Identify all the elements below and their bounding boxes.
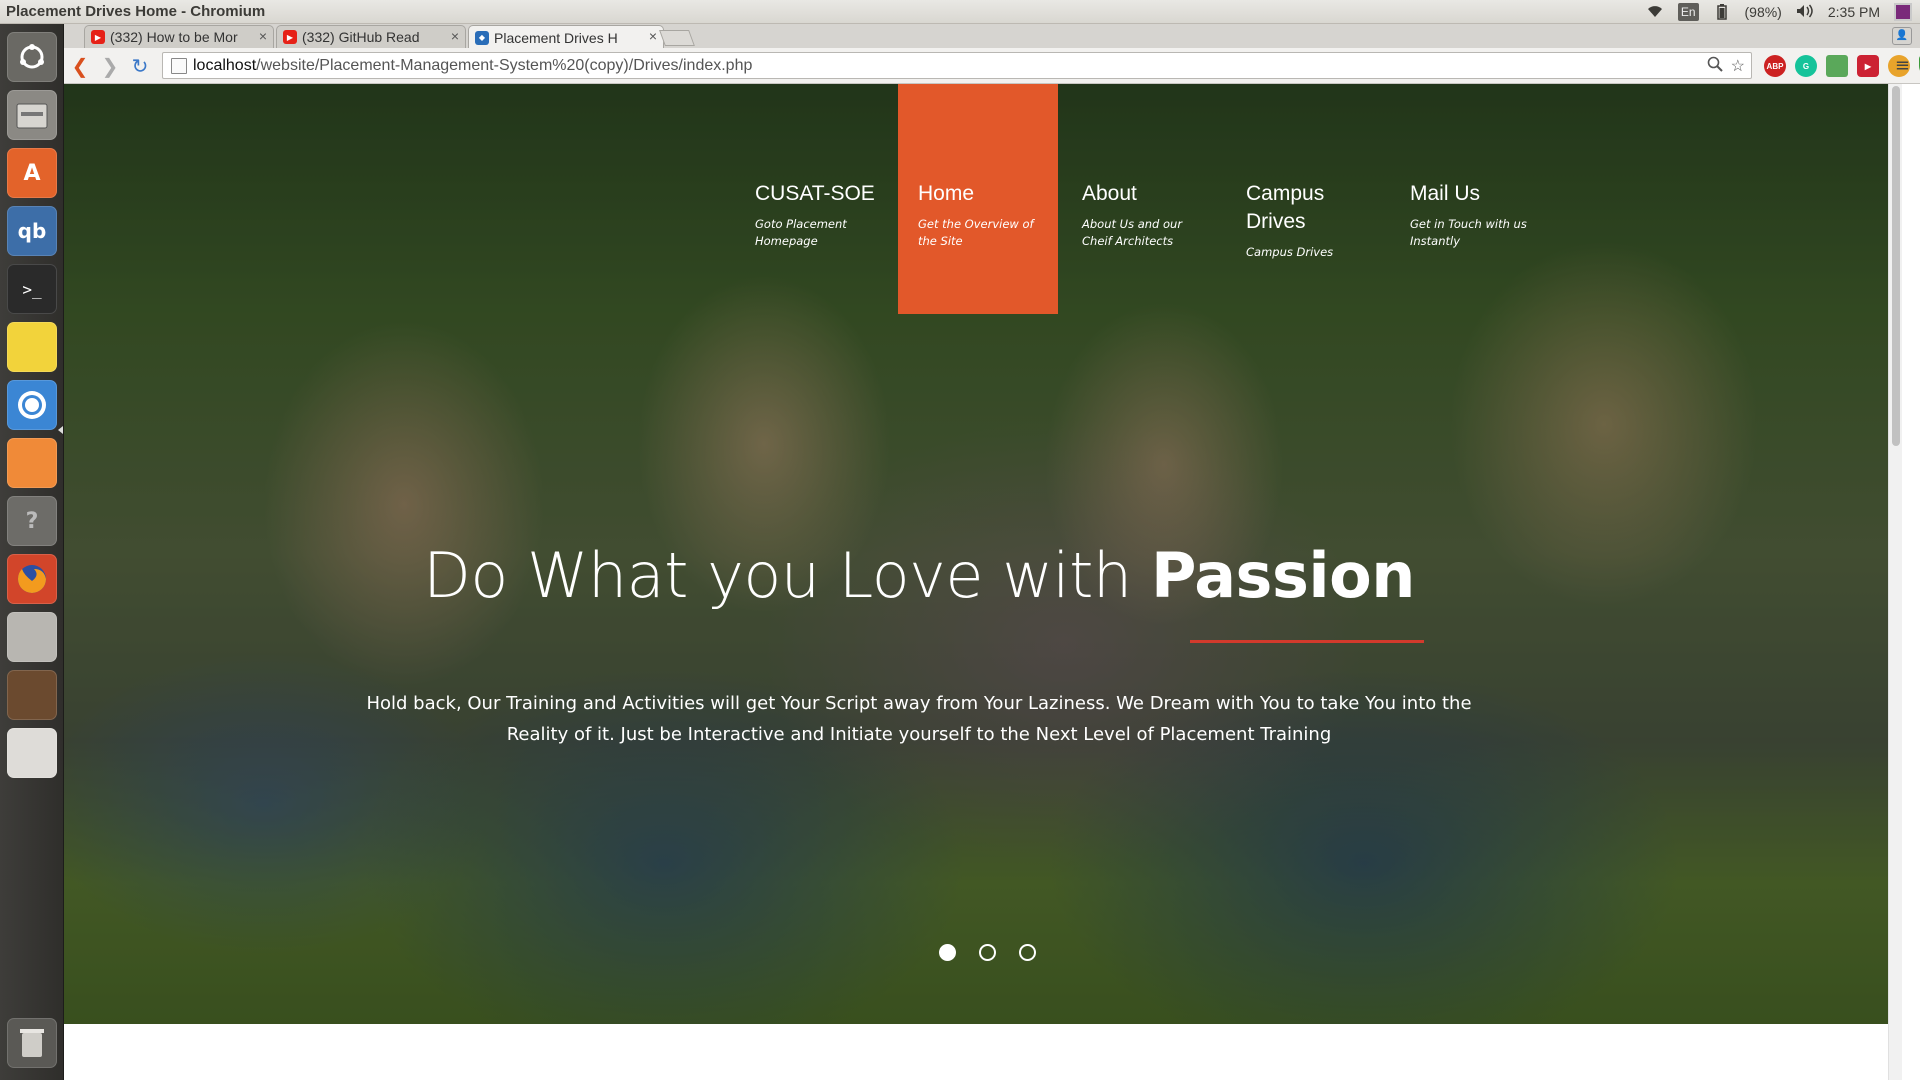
nav-home[interactable]: Home Get the Overview of the Site [898,84,1058,314]
chromium-icon[interactable] [7,380,57,430]
heading-underline [1190,640,1424,643]
system-settings-icon[interactable] [7,612,57,662]
tab-youtube-2[interactable]: ▶ (332) GitHub Read × [276,25,466,48]
chrome-menu-icon[interactable]: ≡ [1895,55,1910,76]
firefox-icon[interactable] [7,554,57,604]
youtube-icon: ▶ [283,30,297,44]
close-icon[interactable]: × [649,28,657,44]
software-center-icon[interactable]: A [7,148,57,198]
forward-button[interactable]: ❯ [98,54,122,78]
carousel-dot-1[interactable] [939,944,956,961]
nav-subtitle: Campus Drives [1246,245,1334,259]
nav-title: Campus Drives [1246,182,1325,233]
nav-subtitle: Goto Placement Homepage [755,217,847,248]
battery-percentage: (98%) [1744,4,1782,20]
hero-heading-bold: Passion [1150,539,1415,612]
indicator-area: En (98%) 2:35 PM [1646,0,1920,24]
nav-title: Home [918,182,975,205]
close-icon[interactable]: × [451,28,459,44]
window-title: Placement Drives Home - Chromium [6,3,266,20]
grammarly-icon[interactable]: G [1795,55,1817,77]
help-icon[interactable]: ? [7,496,57,546]
hero-description: Hold back, Our Training and Activities w… [366,693,1472,745]
tab-label: Placement Drives H [494,29,618,46]
page-info-icon[interactable] [171,57,187,74]
nav-title: About [1082,182,1137,205]
nav-subtitle: Get the Overview of the Site [918,217,1034,248]
sticky-notes-icon[interactable] [7,322,57,372]
profile-icon[interactable]: 👤 [1892,27,1912,45]
youtube-icon: ▶ [91,30,105,44]
qbittorrent-icon[interactable]: qb [7,206,57,256]
tab-placement-drives[interactable]: ◆ Placement Drives H × [468,25,664,49]
terminal-icon[interactable]: >_ [7,264,57,314]
nav-campus-drives[interactable]: Campus Drives Campus Drives [1226,84,1376,314]
reload-button[interactable]: ↻ [128,54,152,78]
hero-heading: Do What you Love with Passion [64,539,1774,612]
system-top-panel: Placement Drives Home - Chromium En (98%… [0,0,1920,24]
tab-label: (332) How to be Mor [110,29,238,45]
inbox-icon[interactable] [1826,55,1848,77]
session-menu-icon[interactable] [1894,3,1912,21]
tab-strip: ▶ (332) How to be Mor × ▶ (332) GitHub R… [64,24,1920,49]
carousel-dot-3[interactable] [1019,944,1036,961]
installer-icon[interactable] [7,728,57,778]
clock[interactable]: 2:35 PM [1828,4,1880,20]
files-icon[interactable] [7,90,57,140]
nav-cusat-soe[interactable]: CUSAT-SOE Goto Placement Homepage [735,84,895,314]
trash-icon[interactable] [7,1018,57,1068]
app-icon[interactable] [7,438,57,488]
hero-carousel: CUSAT-SOE Goto Placement Homepage Home G… [64,84,1902,1024]
launcher: A qb >_ ? [0,24,64,1080]
tab-youtube-1[interactable]: ▶ (332) How to be Mor × [84,25,274,48]
nav-subtitle: About Us and our Cheif Architects [1082,217,1183,248]
page-viewport: CUSAT-SOE Goto Placement Homepage Home G… [64,84,1902,1080]
page-favicon-icon: ◆ [475,30,489,45]
volume-icon[interactable] [1796,4,1814,20]
bookmark-star-icon[interactable]: ☆ [1731,56,1745,77]
page-scrollbar[interactable] [1888,84,1902,1080]
url-host: localhost [193,56,257,74]
carousel-dot-2[interactable] [979,944,996,961]
wifi-icon[interactable] [1646,4,1664,20]
nav-title: Mail Us [1410,182,1481,205]
close-icon[interactable]: × [259,28,267,44]
keyboard-layout-indicator[interactable]: En [1677,3,1699,21]
nav-about[interactable]: About About Us and our Cheif Architects [1062,84,1222,314]
library-icon[interactable] [7,670,57,720]
adblock-icon[interactable]: ABP [1764,55,1786,77]
zoom-icon[interactable] [1707,56,1723,77]
nav-mail-us[interactable]: Mail Us Get in Touch with us Instantly [1390,84,1550,314]
hero-heading-light: Do What you Love with [423,539,1151,612]
new-tab-button[interactable] [659,30,695,46]
scrollbar-thumb[interactable] [1892,86,1900,446]
browser-toolbar: ❮ ❯ ↻ localhost/website/Placement-Manage… [64,48,1920,84]
running-indicator [58,426,63,434]
video-icon[interactable]: ▶ [1857,55,1879,77]
address-bar[interactable]: localhost/website/Placement-Management-S… [162,52,1752,79]
url-path: /website/Placement-Management-System%20(… [256,56,753,74]
battery-icon[interactable] [1713,4,1731,20]
back-button[interactable]: ❮ [68,54,92,78]
dash-icon[interactable] [7,32,57,82]
nav-subtitle: Get in Touch with us Instantly [1410,217,1527,248]
nav-title: CUSAT-SOE [755,182,875,205]
tab-label: (332) GitHub Read [302,29,420,45]
